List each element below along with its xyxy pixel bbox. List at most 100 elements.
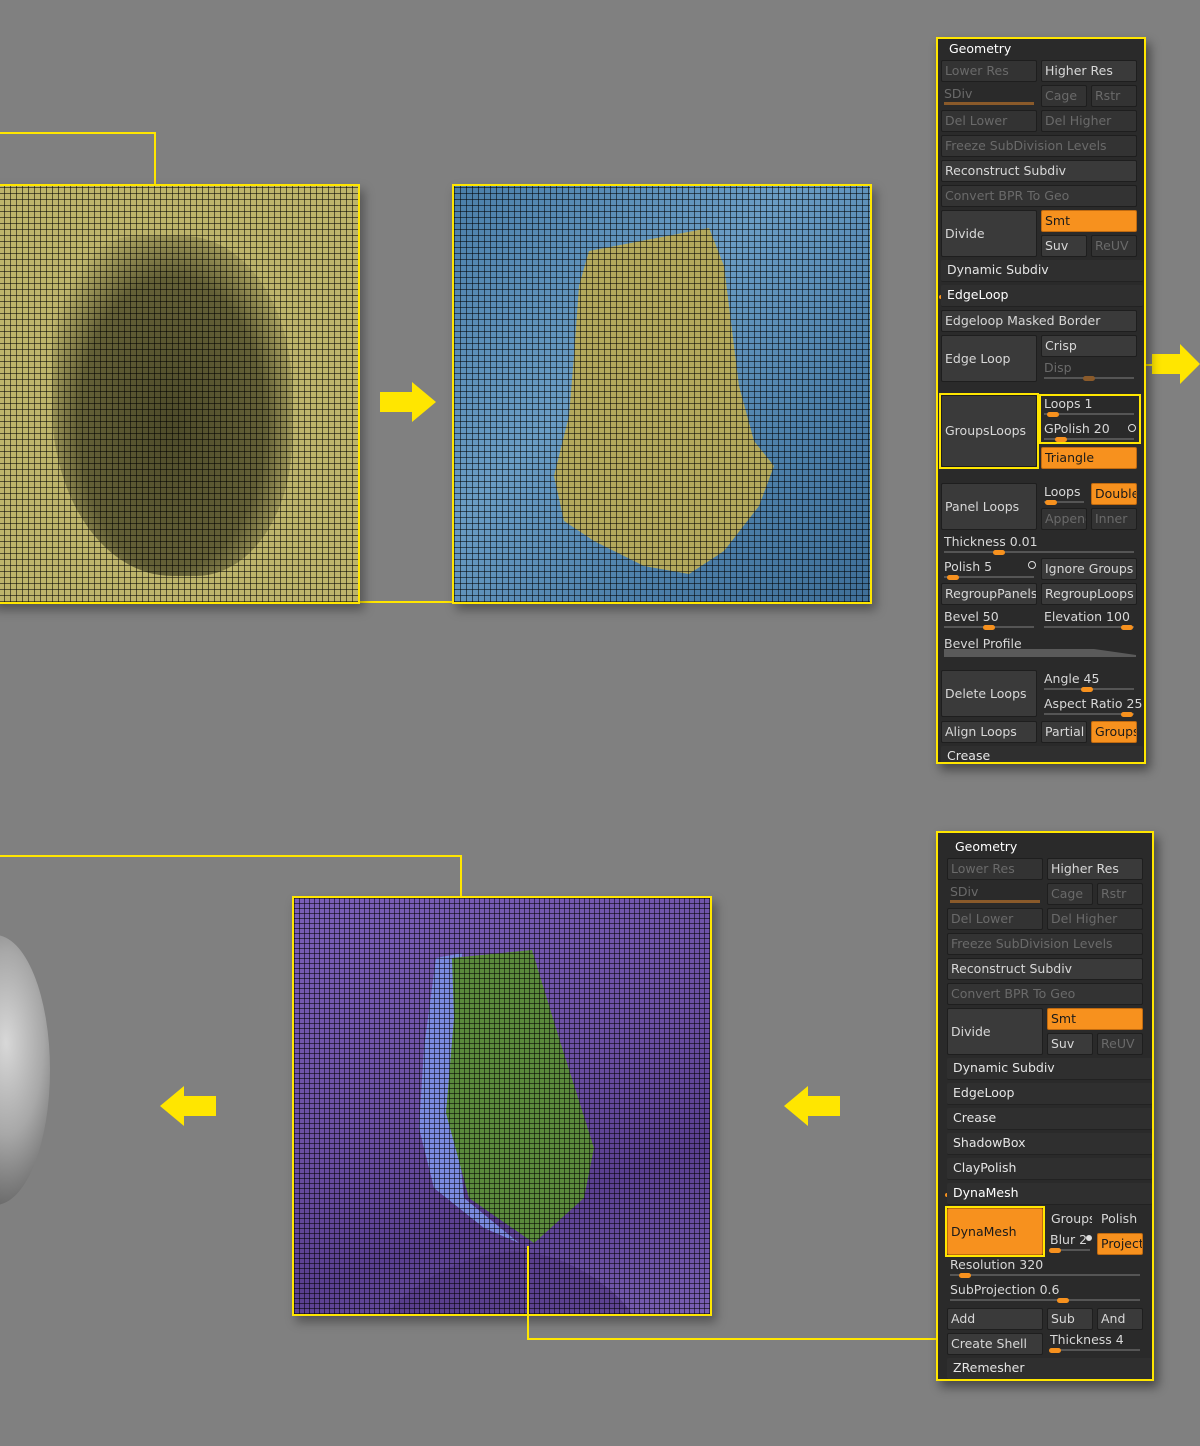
claypolish-section[interactable]: ClayPolish [947, 1158, 1152, 1180]
lower-res-button[interactable]: Lower Res [941, 60, 1037, 82]
slider-knob[interactable] [947, 575, 959, 580]
subprojection-slider[interactable]: SubProjection 0.6 [947, 1281, 1143, 1303]
del-lower-button[interactable]: Del Lower [947, 908, 1043, 930]
angle-slider[interactable]: Angle 45 [1041, 670, 1137, 692]
disp-label: Disp [1044, 360, 1072, 375]
sdiv-slider[interactable]: SDiv [947, 883, 1043, 905]
dynamesh-section[interactable]: DynaMesh [947, 1183, 1152, 1205]
reuv-button[interactable]: ReUV [1091, 235, 1137, 257]
del-higher-button[interactable]: Del Higher [1047, 908, 1143, 930]
aspect-ratio-slider[interactable]: Aspect Ratio 25 [1041, 695, 1142, 717]
cage-button[interactable]: Cage [1041, 85, 1087, 107]
polish-label: Polish 5 [944, 559, 993, 574]
reconstruct-subdiv-button[interactable]: Reconstruct Subdiv [941, 160, 1137, 182]
sculpt-preview [0, 935, 50, 1205]
reconstruct-subdiv-button[interactable]: Reconstruct Subdiv [947, 958, 1143, 980]
higher-res-button[interactable]: Higher Res [1047, 858, 1143, 880]
polish-curve-icon[interactable] [1028, 561, 1036, 569]
partial-toggle[interactable]: Partial [1041, 721, 1087, 743]
edgeloop-section[interactable]: EdgeLoop [941, 285, 1143, 307]
edge-loop-button[interactable]: Edge Loop [941, 335, 1037, 382]
inner-toggle[interactable]: Inner [1091, 508, 1137, 530]
higher-res-button[interactable]: Higher Res [1041, 60, 1137, 82]
slider-knob[interactable] [1081, 687, 1093, 692]
crease-section[interactable]: Crease [941, 746, 1143, 762]
del-lower-button[interactable]: Del Lower [941, 110, 1037, 132]
arrow-left-icon [784, 1086, 840, 1126]
add-button[interactable]: Add [947, 1308, 1043, 1330]
groups-toggle[interactable]: Groups [1091, 721, 1137, 743]
groups-toggle[interactable]: Groups [1047, 1208, 1093, 1230]
slider-knob[interactable] [1121, 712, 1133, 717]
panel-loops-button[interactable]: Panel Loops [941, 483, 1037, 530]
slider-knob[interactable] [1083, 376, 1095, 381]
edgeloop-masked-border-button[interactable]: Edgeloop Masked Border [941, 310, 1137, 332]
convert-bpr-button[interactable]: Convert BPR To Geo [947, 983, 1143, 1005]
reuv-button[interactable]: ReUV [1097, 1033, 1143, 1055]
shell-thickness-slider[interactable]: Thickness 4 [1047, 1331, 1143, 1353]
slider-knob[interactable] [1057, 1298, 1069, 1303]
slider-knob[interactable] [1121, 625, 1133, 630]
ignore-groups-toggle[interactable]: Ignore Groups [1041, 558, 1137, 580]
cage-button[interactable]: Cage [1047, 883, 1093, 905]
freeze-subdivision-button[interactable]: Freeze SubDivision Levels [947, 933, 1143, 955]
slider-knob[interactable] [993, 550, 1005, 555]
bevel-profile-curve[interactable]: Bevel Profile [941, 635, 1137, 657]
slider-knob[interactable] [959, 1273, 971, 1278]
align-loops-button[interactable]: Align Loops [941, 721, 1037, 743]
elevation-slider[interactable]: Elevation 100 [1041, 608, 1137, 630]
dynamic-subdiv-section[interactable]: Dynamic Subdiv [941, 260, 1143, 282]
connector-line [0, 132, 156, 134]
slider-knob[interactable] [1049, 1248, 1061, 1253]
zremesher-section[interactable]: ZRemesher [947, 1358, 1152, 1379]
slider-knob[interactable] [1049, 1348, 1061, 1353]
delete-loops-button[interactable]: Delete Loops [941, 670, 1037, 717]
lower-res-button[interactable]: Lower Res [947, 858, 1043, 880]
subprojection-label: SubProjection 0.6 [950, 1282, 1060, 1297]
sdiv-slider[interactable]: SDiv [941, 85, 1037, 107]
convert-bpr-button[interactable]: Convert BPR To Geo [941, 185, 1137, 207]
project-toggle[interactable]: Project [1097, 1233, 1143, 1255]
and-button[interactable]: And [1097, 1308, 1143, 1330]
crisp-toggle[interactable]: Crisp [1041, 335, 1137, 357]
disp-slider[interactable]: Disp [1041, 359, 1137, 381]
shadowbox-section[interactable]: ShadowBox [947, 1133, 1152, 1155]
suv-toggle[interactable]: Suv [1041, 235, 1087, 257]
rstr-button[interactable]: Rstr [1091, 85, 1137, 107]
shell-thickness-label: Thickness 4 [1050, 1332, 1124, 1347]
double-toggle[interactable]: Double [1091, 483, 1137, 505]
crease-section[interactable]: Crease [947, 1108, 1152, 1130]
connector-line [154, 132, 156, 186]
sub-button[interactable]: Sub [1047, 1308, 1093, 1330]
sdiv-label: SDiv [950, 884, 979, 899]
panel-loops-count-slider[interactable]: Loops [1041, 483, 1087, 505]
smt-toggle[interactable]: Smt [1047, 1008, 1143, 1030]
dynamic-subdiv-section[interactable]: Dynamic Subdiv [947, 1058, 1152, 1080]
divide-button[interactable]: Divide [941, 210, 1037, 257]
triangle-toggle[interactable]: Triangle [1041, 447, 1137, 469]
del-higher-button[interactable]: Del Higher [1041, 110, 1137, 132]
slider-knob[interactable] [1045, 500, 1057, 505]
edgeloop-section[interactable]: EdgeLoop [947, 1083, 1152, 1105]
mesh-viewport-masked [0, 184, 360, 604]
suv-toggle[interactable]: Suv [1047, 1033, 1093, 1055]
mesh-viewport-dynamesh [292, 896, 712, 1316]
sdiv-label: SDiv [944, 86, 973, 101]
polish-slider[interactable]: Polish 5 [941, 558, 1037, 580]
rstr-button[interactable]: Rstr [1097, 883, 1143, 905]
slider-knob[interactable] [983, 625, 995, 630]
regroup-panels-button[interactable]: RegroupPanels [941, 583, 1037, 605]
divide-button[interactable]: Divide [947, 1008, 1043, 1055]
blur-slider[interactable]: Blur 2 [1047, 1231, 1093, 1253]
bevel-slider[interactable]: Bevel 50 [941, 608, 1037, 630]
regroup-loops-button[interactable]: RegroupLoops [1041, 583, 1137, 605]
append-toggle[interactable]: Appenc [1041, 508, 1087, 530]
thickness-slider[interactable]: Thickness 0.01 [941, 533, 1137, 555]
polish-toggle[interactable]: Polish [1097, 1208, 1143, 1230]
mesh-viewport-polygroup [452, 184, 872, 604]
freeze-subdivision-button[interactable]: Freeze SubDivision Levels [941, 135, 1137, 157]
create-shell-button[interactable]: Create Shell [947, 1333, 1043, 1355]
resolution-slider[interactable]: Resolution 320 [947, 1256, 1143, 1278]
smt-toggle[interactable]: Smt [1041, 210, 1137, 232]
arrow-right-icon [380, 382, 436, 422]
